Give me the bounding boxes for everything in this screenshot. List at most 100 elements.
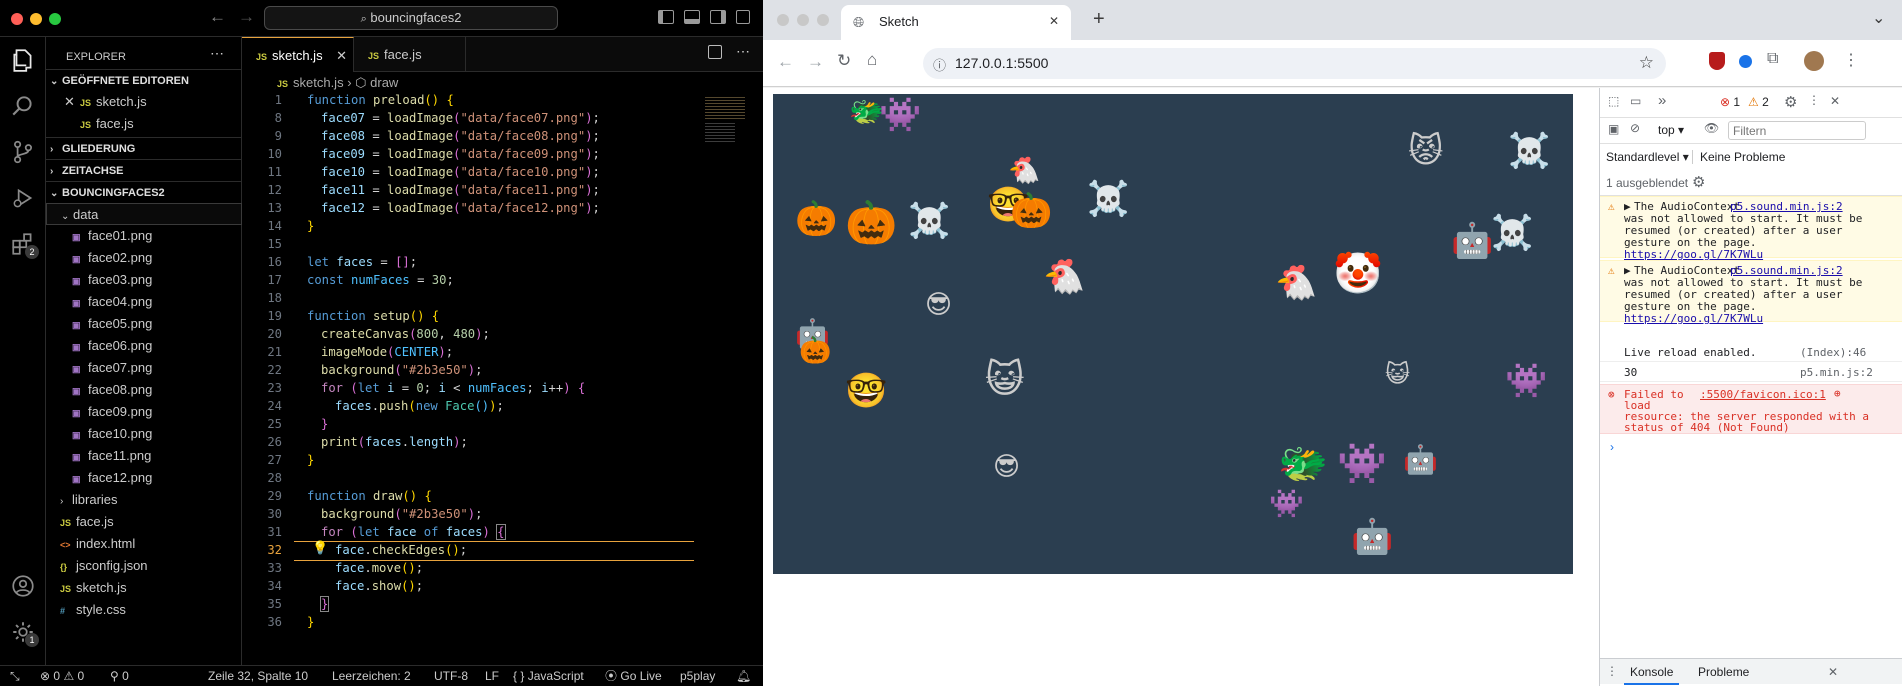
drawer-menu-icon[interactable]: ⋮ (1606, 664, 1618, 678)
context-selector[interactable]: top ▾ (1658, 123, 1684, 137)
minimap[interactable] (697, 93, 763, 665)
language-mode[interactable]: { } JavaScript (513, 666, 584, 686)
command-center-search[interactable]: ⌕ bouncingfaces2 (264, 6, 558, 30)
section-timeline[interactable]: › ZEITACHSE (46, 159, 242, 181)
open-editor-item[interactable]: ✕ JS sketch.js (46, 91, 242, 113)
browser-tab[interactable]: 🌐︎ Sketch ✕ (841, 5, 1071, 40)
extensions-icon[interactable]: 2 (10, 231, 39, 259)
section-open-editors[interactable]: ⌄ GEÖFFNETE EDITOREN (46, 69, 242, 91)
warning-count[interactable]: ⚠ 2 (1748, 95, 1769, 109)
more-actions-icon[interactable]: ⋯ (736, 43, 750, 60)
file-item[interactable]: JS sketch.js (46, 577, 242, 599)
console-settings-gear-icon[interactable]: ⚙ (1692, 173, 1705, 191)
minimize-window-button[interactable] (30, 13, 42, 25)
more-actions-icon[interactable]: ⋯ (210, 45, 224, 62)
console-error-message[interactable]: ⊗ Failed to :5500/favicon.ico:1 ⊕ load r… (1600, 384, 1902, 434)
code-view[interactable]: 1 function preload() { 8 face07 = loadIm… (242, 93, 697, 665)
new-tab-button[interactable]: + (1093, 8, 1105, 31)
remote-icon[interactable]: ⤡ (10, 666, 20, 686)
ports-indicator[interactable]: ⚲ 0 (110, 666, 129, 686)
p5play-status[interactable]: p5play (680, 666, 715, 686)
file-item[interactable]: ▣ face12.png (46, 467, 242, 489)
site-info-icon[interactable]: ⓘ (933, 55, 946, 74)
open-editor-item[interactable]: JS face.js (46, 113, 242, 135)
forward-arrow-icon[interactable]: → (807, 52, 824, 72)
zoom-window-button[interactable] (49, 13, 61, 25)
tab-sketch-js[interactable]: JS sketch.js ✕ (242, 37, 354, 72)
end-of-line[interactable]: LF (485, 666, 499, 686)
folder-libraries[interactable]: › libraries (46, 489, 242, 511)
close-window-button[interactable] (11, 13, 23, 25)
address-bar[interactable]: ⓘ 127.0.0.1:5500 ☆ (923, 48, 1666, 79)
back-arrow-icon[interactable]: ← (209, 7, 226, 27)
toggle-secondary-sidebar-icon[interactable] (710, 10, 726, 24)
inspect-element-icon[interactable]: ⬚ (1608, 94, 1619, 108)
search-icon[interactable] (10, 93, 36, 119)
back-arrow-icon[interactable]: ← (777, 52, 794, 72)
close-icon[interactable]: ✕ (64, 91, 80, 113)
section-project[interactable]: ⌄ BOUNCINGFACES2 (46, 181, 242, 203)
bookmark-star-icon[interactable]: ☆ (1639, 53, 1654, 73)
run-debug-icon[interactable] (10, 185, 36, 211)
file-item[interactable]: ▣ face10.png (46, 423, 242, 445)
file-item[interactable]: # style.css (46, 599, 242, 621)
accounts-icon[interactable] (10, 573, 36, 599)
issues-link[interactable]: Keine Probleme (1700, 150, 1785, 164)
file-item[interactable]: <> index.html (46, 533, 242, 555)
console-log-message[interactable]: 30 p5.min.js:2 (1600, 364, 1902, 382)
toggle-panel-icon[interactable] (684, 10, 700, 24)
customize-layout-icon[interactable] (736, 10, 750, 24)
settings-gear-icon[interactable]: ⚙ (1784, 93, 1797, 111)
reload-icon[interactable]: ↻ (837, 51, 851, 71)
tab-console[interactable]: Konsole (1624, 659, 1680, 685)
tab-search-chevron-icon[interactable]: ⌄ (1872, 8, 1885, 28)
console-filter-input[interactable] (1728, 121, 1866, 140)
more-tabs-chevron-icon[interactable]: » (1658, 92, 1666, 109)
file-item[interactable]: ▣ face01.png (46, 225, 242, 247)
file-item[interactable]: ▣ face09.png (46, 401, 242, 423)
settings-gear-icon[interactable]: 1 (10, 619, 39, 647)
console-warning-message[interactable]: ⚠ ▶ The AudioContext p5.sound.min.js:2 w… (1600, 260, 1902, 325)
tab-issues[interactable]: Probleme (1692, 659, 1755, 685)
file-item[interactable]: ▣ face02.png (46, 247, 242, 269)
ublock-extension-icon[interactable] (1709, 52, 1725, 70)
extensions-puzzle-icon[interactable]: ⧉ (1767, 50, 1778, 68)
tab-face-js[interactable]: JS face.js (354, 37, 466, 72)
cursor-position[interactable]: Zeile 32, Spalte 10 (208, 666, 308, 686)
file-item[interactable]: ▣ face08.png (46, 379, 242, 401)
home-icon[interactable]: ⌂ (867, 50, 877, 70)
close-devtools-icon[interactable]: ✕ (1830, 94, 1840, 108)
more-options-icon[interactable]: ⋮ (1808, 93, 1820, 107)
console-prompt[interactable]: › (1600, 438, 1902, 458)
live-expression-eye-icon[interactable]: 👁︎ (1704, 121, 1719, 135)
console-warning-message[interactable]: ⚠ ▶ The AudioContext p5.sound.min.js:2 w… (1600, 196, 1902, 261)
forward-arrow-icon[interactable]: → (238, 7, 255, 27)
file-item[interactable]: ▣ face06.png (46, 335, 242, 357)
close-drawer-icon[interactable]: ✕ (1828, 665, 1838, 679)
source-link[interactable]: p5.min.js:2 (1800, 366, 1873, 379)
encoding[interactable]: UTF-8 (434, 666, 468, 686)
profile-avatar[interactable] (1804, 51, 1824, 71)
file-item[interactable]: ▣ face03.png (46, 269, 242, 291)
file-item[interactable]: ▣ face07.png (46, 357, 242, 379)
p5-canvas[interactable]: 🐲 👾 😾 ☠️ 🐔 🎃 🎃 ☠️ 🤓 🎃 ☠️ 🤖 ☠️ 🐔 🐔 🤡 😎 🤖 … (773, 94, 1573, 574)
close-tab-icon[interactable]: ✕ (336, 38, 347, 73)
source-link[interactable]: (Index):46 (1800, 346, 1866, 359)
file-item[interactable]: ▣ face05.png (46, 313, 242, 335)
source-control-icon[interactable] (10, 139, 36, 165)
section-outline[interactable]: › GLIEDERUNG (46, 137, 242, 159)
lightbulb-icon[interactable]: 💡 (312, 541, 328, 556)
indentation[interactable]: Leerzeichen: 2 (332, 666, 411, 686)
folder-data[interactable]: ⌄ data (46, 203, 242, 225)
file-item[interactable]: ▣ face04.png (46, 291, 242, 313)
explorer-icon[interactable] (10, 47, 36, 73)
clear-console-icon[interactable]: ⊘ (1630, 121, 1640, 135)
help-link[interactable]: https://goo.gl/7K7WLu (1624, 312, 1763, 325)
menu-kebab-icon[interactable]: ⋮ (1843, 50, 1859, 70)
file-item[interactable]: JS face.js (46, 511, 242, 533)
sidebar-toggle-icon[interactable]: ▣ (1608, 122, 1619, 136)
close-tab-icon[interactable]: ✕ (1049, 14, 1059, 28)
file-item[interactable]: {} jsconfig.json (46, 555, 242, 577)
minimize-window-button[interactable] (797, 14, 809, 26)
go-live-button[interactable]: ⦿ Go Live (605, 666, 662, 686)
